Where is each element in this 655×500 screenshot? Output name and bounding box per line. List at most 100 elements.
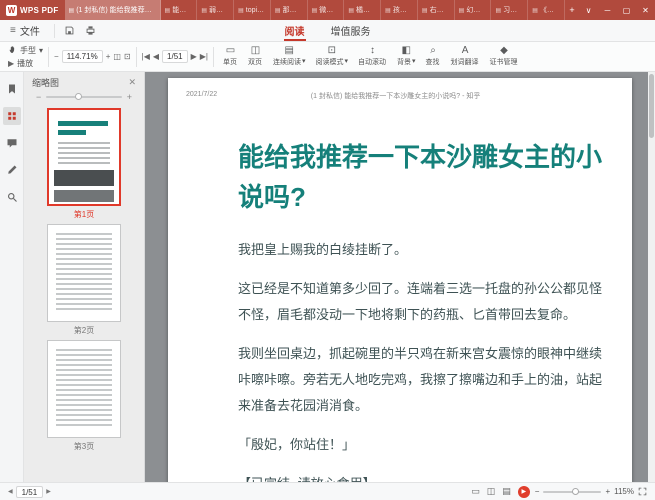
zoom-in-icon[interactable]: +	[605, 487, 610, 496]
thumb-zoom-in-icon[interactable]: +	[127, 92, 132, 102]
toolbar-button[interactable]: ◆证书管理	[486, 45, 523, 68]
save-icon[interactable]	[59, 25, 80, 36]
browser-tab[interactable]: ▤微光下火花…	[308, 0, 345, 20]
thumb-zoom-out-icon[interactable]: −	[36, 92, 41, 102]
browser-tab[interactable]: ▤孩子·无关右键…	[381, 0, 418, 20]
browser-tab[interactable]: ▤《爱MARDI…	[528, 0, 565, 20]
statusbar-page-field[interactable]: 1/51	[16, 486, 44, 498]
zoom-out-icon[interactable]: −	[535, 487, 540, 496]
double-page-view-icon[interactable]: ◫	[487, 486, 496, 497]
page-thumbnail[interactable]	[47, 340, 121, 438]
article-paragraph: 【已完结~请放心食用】	[238, 471, 604, 482]
bookmark-icon[interactable]	[3, 80, 21, 98]
tab-title: 习题清单文档…	[503, 5, 523, 15]
slider-handle[interactable]	[75, 93, 82, 100]
single-page-view-icon[interactable]: ▭	[471, 486, 480, 497]
panel-close-icon[interactable]: ✕	[128, 77, 136, 88]
fit-page-icon[interactable]: ⊡	[124, 52, 131, 61]
divider	[54, 24, 55, 38]
thumbnail-item[interactable]: 第3页	[47, 340, 121, 452]
maximize-button[interactable]: ▢	[617, 0, 636, 20]
browser-tab[interactable]: ▤那只猫睡熟了…	[271, 0, 308, 20]
slider-track[interactable]	[46, 96, 121, 98]
file-menu[interactable]: ≡ 文件	[0, 20, 50, 41]
next-page-icon[interactable]: ▶	[46, 488, 51, 495]
toolbar-button[interactable]: ◧背景▾	[393, 45, 420, 68]
tab-title: 橘子·无关风月…	[356, 5, 376, 15]
browser-tab[interactable]: ▤习题清单文档…	[491, 0, 528, 20]
zoom-slider-handle[interactable]	[572, 488, 579, 495]
thumbnail-caption: 第1页	[74, 209, 94, 220]
toolbar-button-label: 背景	[397, 57, 411, 67]
annotate-pen-icon[interactable]	[3, 161, 21, 179]
browser-tab[interactable]: ▤弱弱IG退…	[197, 0, 234, 20]
page-number-field[interactable]: 1/51	[162, 50, 188, 63]
fullscreen-icon[interactable]	[638, 487, 647, 496]
new-tab-button[interactable]: +	[565, 0, 579, 20]
play-label: 播放	[17, 58, 33, 69]
search-icon[interactable]	[3, 188, 21, 206]
toolbar-button[interactable]: ⌕查找	[422, 45, 445, 68]
document-view[interactable]: 2021/7/22 (1 封私信) 能给我推荐一下本沙雕女主的小说吗? - 知乎…	[145, 72, 655, 482]
thumbnail-item[interactable]: 第2页	[47, 224, 121, 336]
page-thumbnail[interactable]	[47, 224, 121, 322]
tab-title: 幻斯迪尼事…	[466, 5, 486, 15]
hand-tool-button[interactable]: 手型 ▾	[8, 45, 43, 56]
toolbar-button[interactable]: ▤连续阅读▾	[269, 45, 310, 68]
wps-promo-icon[interactable]: ▶	[518, 486, 530, 498]
thumbnail-item[interactable]: 第1页	[47, 108, 121, 220]
tab-strip: ▤(1 封私信) 能给我推荐一下本…▤能给我推荐梦饭…▤弱弱IG退…▤topic…	[65, 0, 565, 20]
browser-tab[interactable]: ▤橘子·无关风月…	[344, 0, 381, 20]
toolbar-button-icon: ⌕	[430, 46, 436, 56]
browser-tab[interactable]: ▤topic/它们…	[234, 0, 271, 20]
toolbar-button[interactable]: ↕自动滚动	[354, 45, 391, 68]
thumbnails-icon[interactable]	[3, 107, 21, 125]
app-brand[interactable]: W WPS PDF	[0, 0, 65, 20]
last-page-icon[interactable]: ▶|	[200, 52, 208, 61]
document-icon: ▤	[275, 7, 281, 14]
panel-title: 缩略图	[32, 76, 59, 89]
browser-tab[interactable]: ▤右键预告片…	[418, 0, 455, 20]
zoom-value-field[interactable]: 114.71%	[62, 50, 103, 63]
caret-down-icon: ▾	[39, 46, 43, 55]
minimize-button[interactable]: ─	[598, 0, 617, 20]
comment-icon[interactable]	[3, 134, 21, 152]
prev-page-icon[interactable]: ◀	[8, 488, 13, 495]
browser-tab[interactable]: ▤幻斯迪尼事…	[455, 0, 492, 20]
chevron-down-icon[interactable]: ∨	[579, 0, 598, 20]
close-button[interactable]: ✕	[636, 0, 655, 20]
statusbar-zoom: − + 115%	[535, 487, 647, 496]
tab-title: 弱弱IG退…	[209, 5, 229, 15]
first-page-icon[interactable]: |◀	[142, 52, 150, 61]
ribbon-tab[interactable]: 增值服务	[328, 20, 374, 41]
browser-tab[interactable]: ▤能给我推荐梦饭…	[161, 0, 198, 20]
zoom-slider-track[interactable]	[543, 491, 601, 493]
ribbon-tab[interactable]: 阅读	[282, 20, 308, 41]
next-page-icon[interactable]: ▶	[191, 52, 197, 61]
continuous-view-icon[interactable]: ▤	[502, 486, 511, 497]
toolbar-button[interactable]: ⊡阅读模式▾	[312, 45, 353, 68]
fit-width-icon[interactable]: ◫	[113, 52, 121, 61]
zoom-percent-label: 115%	[614, 487, 634, 496]
prev-page-icon[interactable]: ◀	[153, 52, 159, 61]
toolbar-button[interactable]: A划词翻译	[447, 45, 484, 68]
zoom-out-icon[interactable]: −	[54, 52, 59, 61]
zoom-in-icon[interactable]: +	[106, 52, 111, 61]
play-button[interactable]: ▶ 播放	[8, 58, 43, 69]
page-thumbnail[interactable]	[47, 108, 121, 206]
print-icon[interactable]	[80, 25, 101, 36]
ribbon-tabs: 阅读 增值服务	[282, 20, 374, 41]
document-icon: ▤	[459, 7, 465, 14]
toolbar-button[interactable]: ▭单页	[219, 45, 242, 68]
document-icon: ▤	[69, 7, 75, 14]
document-icon: ▤	[532, 7, 538, 14]
toolbar-button-icon: ◆	[500, 46, 508, 56]
tab-bar: W WPS PDF ▤(1 封私信) 能给我推荐一下本…▤能给我推荐梦饭…▤弱弱…	[0, 0, 655, 20]
vertical-scrollbar[interactable]	[648, 72, 655, 482]
scrollbar-thumb[interactable]	[649, 74, 654, 138]
browser-tab[interactable]: ▤(1 封私信) 能给我推荐一下本…	[65, 0, 161, 20]
status-bar: ◀ 1/51 ▶ ▭ ◫ ▤ ▶ − + 115%	[0, 482, 655, 500]
ribbon-tab-label: 增值服务	[331, 23, 371, 38]
caret-down-icon: ▾	[302, 57, 306, 67]
toolbar-button[interactable]: ◫双页	[244, 45, 267, 68]
